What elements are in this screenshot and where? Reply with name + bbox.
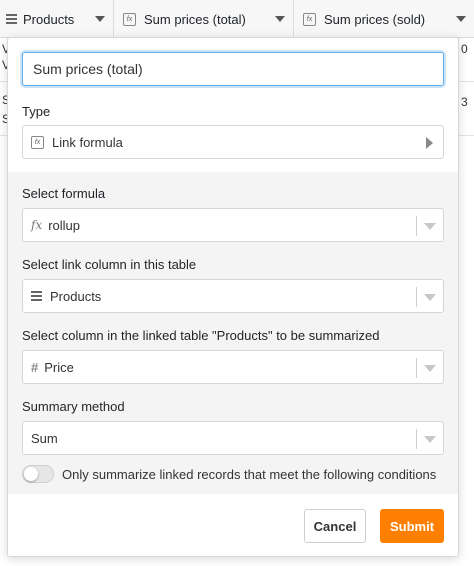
summarize-column-select-value: Price	[44, 359, 74, 375]
filter-conditions-row: Only summarize linked records that meet …	[22, 465, 444, 483]
chevron-down-icon[interactable]	[424, 365, 436, 372]
chevron-down-icon[interactable]	[456, 16, 466, 22]
chevron-down-icon[interactable]	[424, 294, 436, 301]
formula-icon: fx	[31, 135, 44, 149]
toggle-knob	[24, 467, 38, 481]
summarize-column-label: Select column in the linked table "Produ…	[22, 328, 380, 343]
cell-peek: 3	[461, 95, 468, 109]
list-icon	[31, 291, 42, 301]
dropdown-separator	[416, 429, 417, 449]
chevron-down-icon[interactable]	[275, 16, 285, 22]
type-select-value: Link formula	[52, 134, 123, 150]
summary-method-label: Summary method	[22, 399, 125, 414]
chevron-down-icon[interactable]	[95, 16, 105, 22]
link-column-label: Select link column in this table	[22, 257, 197, 272]
filter-conditions-toggle[interactable]	[22, 465, 54, 483]
filter-conditions-label: Only summarize linked records that meet …	[62, 466, 437, 482]
dropdown-separator	[416, 358, 417, 378]
summary-method-select[interactable]: Sum	[22, 421, 444, 455]
formula-select[interactable]: fx rollup	[22, 208, 444, 242]
summary-method-select-value: Sum	[31, 430, 58, 446]
popover-footer: Cancel Submit	[8, 494, 458, 556]
chevron-down-icon[interactable]	[424, 436, 436, 443]
formula-icon: fx	[303, 12, 316, 26]
cell-peek: 0	[461, 42, 468, 56]
table-header: Products fx Sum prices (total) fx Sum pr…	[0, 0, 474, 38]
formula-label: Select formula	[22, 186, 106, 201]
formula-settings-panel: Select formula fx rollup Select link col…	[8, 172, 458, 494]
type-label: Type	[22, 104, 51, 119]
column-header-label: Products	[23, 11, 75, 27]
link-column-select-value: Products	[50, 288, 102, 304]
summarize-column-select[interactable]: # Price	[22, 350, 444, 384]
column-header-products[interactable]: Products	[0, 0, 114, 38]
number-icon: #	[31, 359, 39, 375]
submit-button[interactable]: Submit	[380, 509, 444, 543]
formula-select-value: rollup	[48, 217, 81, 233]
list-icon	[6, 14, 17, 24]
cancel-button[interactable]: Cancel	[304, 509, 366, 543]
function-icon: fx	[31, 218, 43, 232]
dropdown-separator	[416, 216, 417, 236]
type-select[interactable]: fx Link formula	[22, 125, 444, 159]
chevron-down-icon[interactable]	[424, 223, 436, 230]
column-header-sum-total[interactable]: fx Sum prices (total)	[114, 0, 294, 38]
column-name-input[interactable]	[22, 52, 444, 86]
column-header-sum-sold[interactable]: fx Sum prices (sold)	[294, 0, 474, 38]
chevron-right-icon	[426, 137, 433, 149]
dropdown-separator	[416, 287, 417, 307]
column-header-label: Sum prices (total)	[144, 11, 246, 27]
column-settings-popover: Type fx Link formula Select formula fx r…	[7, 37, 459, 557]
link-column-select[interactable]: Products	[22, 279, 444, 313]
column-header-label: Sum prices (sold)	[324, 11, 426, 27]
formula-icon: fx	[123, 12, 136, 26]
